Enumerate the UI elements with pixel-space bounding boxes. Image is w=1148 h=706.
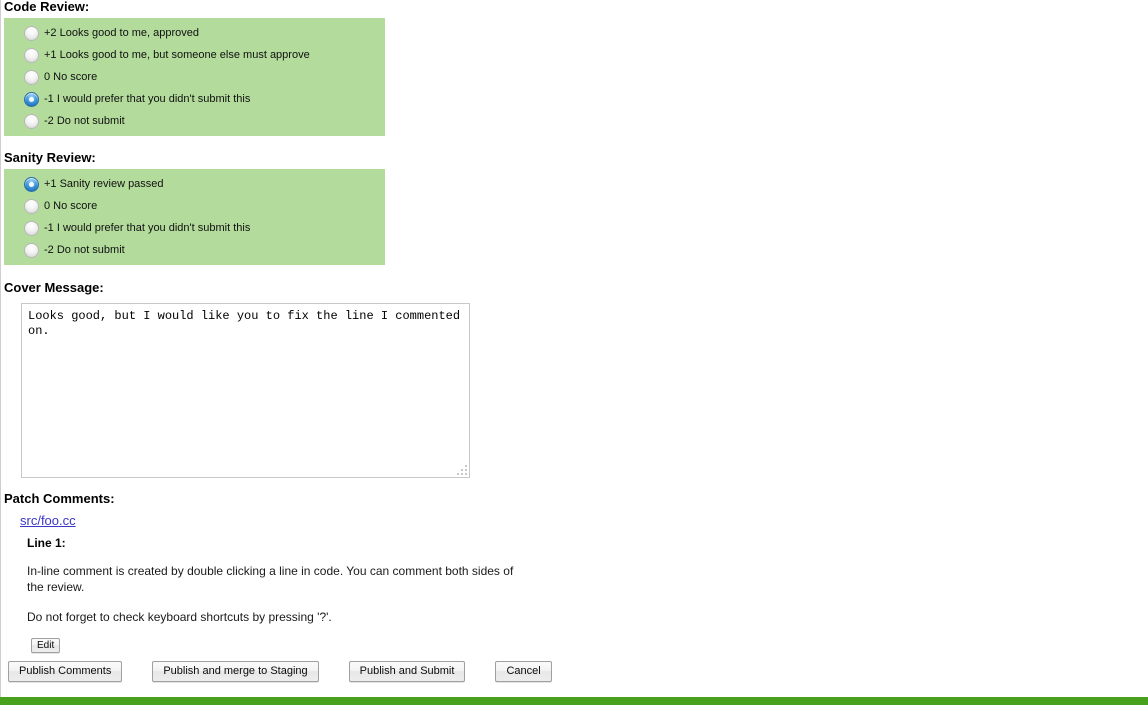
publish-and-merge-to-staging-button[interactable]: Publish and merge to Staging [152, 661, 319, 682]
sanity-review-option-plus1[interactable]: +1 Sanity review passed [4, 173, 385, 195]
radio-icon[interactable] [24, 25, 39, 41]
radio-icon[interactable] [24, 47, 39, 63]
sanity-review-title: Sanity Review: [4, 150, 96, 165]
action-bar: Publish Comments Publish and merge to St… [0, 661, 552, 682]
edit-comment-button[interactable]: Edit [31, 638, 61, 653]
code-review-title: Code Review: [4, 0, 90, 14]
radio-icon-selected[interactable] [24, 176, 39, 192]
patch-comment-paragraph: In-line comment is created by double cli… [27, 564, 514, 594]
code-review-option-minus2[interactable]: -2 Do not submit [4, 110, 385, 132]
code-review-option-plus2[interactable]: +2 Looks good to me, approved [4, 22, 385, 44]
radio-icon-selected[interactable] [24, 91, 39, 107]
cancel-button[interactable]: Cancel [495, 661, 552, 682]
option-label: -1 I would prefer that you didn't submit… [44, 93, 251, 105]
option-label: -1 I would prefer that you didn't submit… [44, 222, 251, 234]
option-label: +2 Looks good to me, approved [44, 27, 200, 39]
publish-and-submit-button[interactable]: Publish and Submit [348, 661, 466, 682]
option-label: 0 No score [44, 200, 98, 212]
patch-comment-line-title: Line 1: [27, 536, 66, 550]
radio-icon[interactable] [24, 69, 39, 85]
option-label: +1 Looks good to me, but someone else mu… [44, 49, 310, 61]
publish-comments-button[interactable]: Publish Comments [8, 661, 123, 682]
patch-comments-section: Patch Comments: src/foo.cc Line 1: In-li… [4, 492, 527, 653]
option-label: +1 Sanity review passed [44, 178, 164, 190]
cover-message-title: Cover Message: [4, 280, 104, 295]
code-review-options: +2 Looks good to me, approved +1 Looks g… [4, 18, 385, 136]
radio-icon[interactable] [24, 113, 39, 129]
option-label: -2 Do not submit [44, 115, 125, 127]
cover-message-section: Cover Message: [4, 281, 470, 478]
sanity-review-option-minus1[interactable]: -1 I would prefer that you didn't submit… [4, 217, 385, 239]
patch-comment-paragraph: Do not forget to check keyboard shortcut… [27, 610, 332, 624]
option-label: 0 No score [44, 71, 98, 83]
option-label: -2 Do not submit [44, 244, 125, 256]
cover-message-textarea[interactable] [21, 303, 470, 478]
patch-comments-title: Patch Comments: [4, 491, 115, 506]
radio-icon[interactable] [24, 242, 39, 258]
radio-icon[interactable] [24, 220, 39, 236]
footer-bar [0, 697, 1148, 705]
patch-comment-file-link[interactable]: src/foo.cc [20, 513, 76, 528]
code-review-section: Code Review: +2 Looks good to me, approv… [4, 0, 385, 136]
code-review-option-plus1[interactable]: +1 Looks good to me, but someone else mu… [4, 44, 385, 66]
code-review-option-minus1[interactable]: -1 I would prefer that you didn't submit… [4, 88, 385, 110]
sanity-review-option-minus2[interactable]: -2 Do not submit [4, 239, 385, 261]
sanity-review-option-zero[interactable]: 0 No score [4, 195, 385, 217]
sanity-review-section: Sanity Review: +1 Sanity review passed 0… [4, 151, 385, 265]
code-review-option-zero[interactable]: 0 No score [4, 66, 385, 88]
sanity-review-options: +1 Sanity review passed 0 No score -1 I … [4, 169, 385, 265]
radio-icon[interactable] [24, 198, 39, 214]
